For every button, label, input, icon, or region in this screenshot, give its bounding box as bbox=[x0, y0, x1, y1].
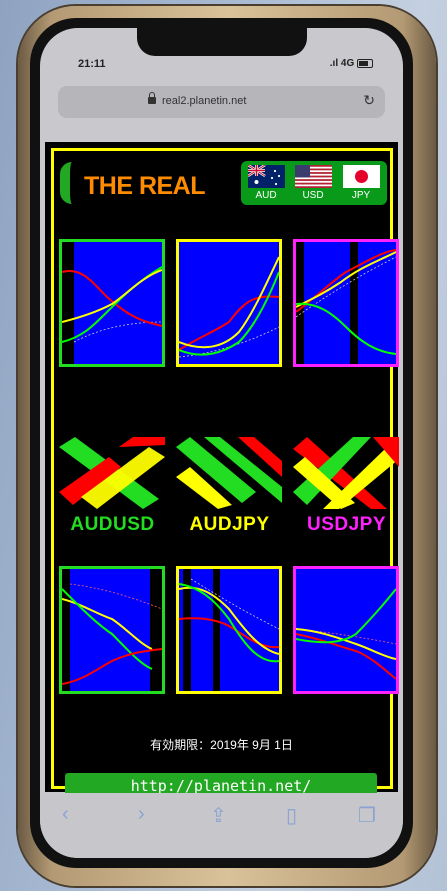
audusd-logo bbox=[59, 437, 165, 509]
page-title: THE REAL bbox=[84, 172, 206, 200]
usdjpy-chart-top[interactable] bbox=[293, 239, 399, 367]
pair-label-usdjpy[interactable]: USDJPY bbox=[289, 514, 403, 536]
phone-screen: 21:11 .ıl 4G real2.planetin.net ↻ THE RE… bbox=[40, 28, 403, 858]
safari-toolbar: ‹ › ⇪ ▯ ❐ bbox=[40, 793, 403, 858]
currency-label-aud: AUD bbox=[255, 190, 277, 201]
pair-label-audjpy[interactable]: AUDJPY bbox=[172, 514, 287, 536]
usdjpy-logo bbox=[293, 437, 399, 509]
currency-label-jpy: JPY bbox=[351, 190, 371, 201]
australia-flag-icon bbox=[248, 165, 285, 188]
share-icon[interactable]: ⇪ bbox=[210, 803, 227, 828]
status-time: 21:11 bbox=[78, 58, 106, 70]
japan-flag-icon bbox=[343, 165, 380, 188]
signal-label: .ıl 4G bbox=[329, 58, 355, 69]
pair-label-audusd[interactable]: AUDUSD bbox=[55, 514, 170, 536]
audusd-chart-bottom[interactable] bbox=[59, 566, 165, 694]
back-icon[interactable]: ‹ bbox=[62, 803, 69, 826]
currency-label-usd: USD bbox=[302, 190, 324, 201]
expiry-date: 有効期限：2019年 9月 1日 bbox=[150, 738, 293, 752]
forward-icon[interactable]: › bbox=[138, 803, 145, 826]
battery-icon bbox=[357, 58, 373, 68]
currency-flags: AUD USD JPY bbox=[241, 161, 387, 205]
audjpy-chart-bottom[interactable] bbox=[176, 566, 282, 694]
lock-icon bbox=[148, 92, 156, 104]
tabs-icon[interactable]: ❐ bbox=[358, 803, 376, 828]
audjpy-chart-top[interactable] bbox=[176, 239, 282, 367]
bookmarks-icon[interactable]: ▯ bbox=[286, 803, 297, 828]
audusd-chart-top[interactable] bbox=[59, 239, 165, 367]
address-bar[interactable]: real2.planetin.net ↻ bbox=[58, 86, 385, 118]
notch bbox=[137, 28, 307, 56]
audjpy-logo bbox=[176, 437, 282, 509]
url-text: real2.planetin.net bbox=[162, 95, 247, 107]
page-content: THE REAL AUD USD JPY AUDUSD AUDJPY USDJP… bbox=[45, 142, 399, 798]
status-indicators: .ıl 4G bbox=[330, 58, 373, 69]
title-banner: THE REAL bbox=[60, 162, 242, 204]
reload-icon[interactable]: ↻ bbox=[363, 92, 375, 109]
usa-flag-icon bbox=[295, 165, 332, 188]
usdjpy-chart-bottom[interactable] bbox=[293, 566, 399, 694]
